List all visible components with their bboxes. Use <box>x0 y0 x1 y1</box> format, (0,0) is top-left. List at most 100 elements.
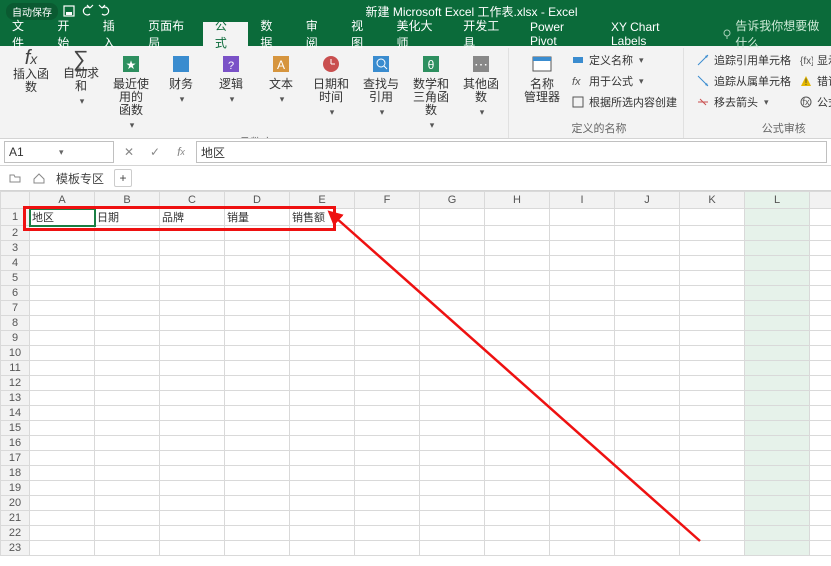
cell[interactable] <box>485 466 550 481</box>
cell[interactable] <box>30 376 95 391</box>
row-header[interactable]: 18 <box>1 466 30 481</box>
cell[interactable] <box>810 541 831 556</box>
row-header[interactable]: 13 <box>1 391 30 406</box>
cell[interactable] <box>290 496 355 511</box>
cell[interactable] <box>30 466 95 481</box>
cell[interactable] <box>420 209 485 226</box>
insert-function-button[interactable]: fx 插入函数 <box>8 50 54 94</box>
cell[interactable] <box>485 271 550 286</box>
cell[interactable] <box>550 286 615 301</box>
cell[interactable] <box>745 331 810 346</box>
cell[interactable] <box>355 496 420 511</box>
cell[interactable] <box>485 496 550 511</box>
tell-me-search[interactable]: 告诉我你想要做什么 <box>721 22 831 46</box>
cell[interactable] <box>160 316 225 331</box>
tab-developer[interactable]: 开发工具 <box>451 22 518 46</box>
cell[interactable] <box>550 481 615 496</box>
column-header[interactable]: F <box>355 192 420 209</box>
cell[interactable] <box>680 496 745 511</box>
cell[interactable] <box>745 466 810 481</box>
column-header[interactable]: I <box>550 192 615 209</box>
cell[interactable] <box>355 406 420 421</box>
cell[interactable] <box>810 391 831 406</box>
cell[interactable] <box>680 376 745 391</box>
cell[interactable] <box>420 301 485 316</box>
column-header[interactable]: B <box>95 192 160 209</box>
evaluate-formula-button[interactable]: fx 公式求值 <box>797 92 831 112</box>
cell[interactable] <box>160 406 225 421</box>
cell[interactable]: 日期 <box>95 209 160 226</box>
cell[interactable] <box>615 256 680 271</box>
cell[interactable] <box>95 226 160 241</box>
chevron-down-icon[interactable]: ▾ <box>59 147 109 158</box>
cell[interactable] <box>95 496 160 511</box>
cell[interactable] <box>550 316 615 331</box>
cell[interactable] <box>550 406 615 421</box>
tab-file[interactable]: 文件 <box>0 22 45 46</box>
cell[interactable] <box>745 226 810 241</box>
cell[interactable] <box>355 451 420 466</box>
cell[interactable] <box>615 316 680 331</box>
tab-formulas[interactable]: 公式 <box>203 22 248 46</box>
cell[interactable] <box>680 406 745 421</box>
cell[interactable] <box>420 421 485 436</box>
cell[interactable] <box>745 436 810 451</box>
cell[interactable] <box>95 241 160 256</box>
cell[interactable] <box>355 256 420 271</box>
tab-view[interactable]: 视图 <box>339 22 384 46</box>
redo-icon[interactable] <box>98 4 112 18</box>
cell[interactable] <box>30 361 95 376</box>
formula-input[interactable]: 地区 <box>196 141 827 163</box>
cell[interactable] <box>680 316 745 331</box>
cell[interactable] <box>225 241 290 256</box>
cell[interactable] <box>615 361 680 376</box>
row-header[interactable]: 9 <box>1 331 30 346</box>
cell[interactable] <box>745 376 810 391</box>
cell[interactable] <box>355 331 420 346</box>
cell[interactable] <box>95 421 160 436</box>
sheet-nav-folder[interactable] <box>8 171 22 185</box>
cell[interactable] <box>485 391 550 406</box>
cell[interactable] <box>355 511 420 526</box>
cell[interactable] <box>550 526 615 541</box>
cell[interactable] <box>355 226 420 241</box>
tab-xychart[interactable]: XY Chart Labels <box>599 22 701 46</box>
cell[interactable] <box>810 316 831 331</box>
datetime-button[interactable]: 日期和时间 <box>308 50 354 119</box>
cell[interactable] <box>355 316 420 331</box>
cell[interactable] <box>30 511 95 526</box>
cell[interactable] <box>680 286 745 301</box>
define-name-button[interactable]: 定义名称 <box>569 50 679 70</box>
cell[interactable] <box>810 496 831 511</box>
cell[interactable] <box>680 241 745 256</box>
cell[interactable] <box>355 436 420 451</box>
cell[interactable] <box>615 451 680 466</box>
cell[interactable] <box>420 391 485 406</box>
financial-button[interactable]: 财务 <box>158 50 204 106</box>
cell[interactable] <box>485 256 550 271</box>
cell[interactable] <box>485 226 550 241</box>
cell[interactable] <box>355 286 420 301</box>
cell[interactable] <box>355 526 420 541</box>
cell[interactable] <box>355 391 420 406</box>
cell[interactable] <box>290 481 355 496</box>
cell[interactable] <box>615 496 680 511</box>
cell[interactable] <box>550 361 615 376</box>
cell[interactable] <box>225 301 290 316</box>
enter-button[interactable]: ✓ <box>144 142 166 162</box>
cell[interactable] <box>615 541 680 556</box>
cell[interactable] <box>355 361 420 376</box>
cell[interactable] <box>745 451 810 466</box>
column-header[interactable]: K <box>680 192 745 209</box>
cell[interactable] <box>680 271 745 286</box>
cell[interactable] <box>30 256 95 271</box>
cell[interactable] <box>420 241 485 256</box>
lookup-button[interactable]: 查找与引用 <box>358 50 404 119</box>
cell[interactable] <box>810 256 831 271</box>
cell[interactable] <box>680 331 745 346</box>
cell[interactable] <box>420 376 485 391</box>
logical-button[interactable]: ? 逻辑 <box>208 50 254 106</box>
cell[interactable] <box>160 391 225 406</box>
cell[interactable] <box>550 271 615 286</box>
cell[interactable] <box>225 511 290 526</box>
